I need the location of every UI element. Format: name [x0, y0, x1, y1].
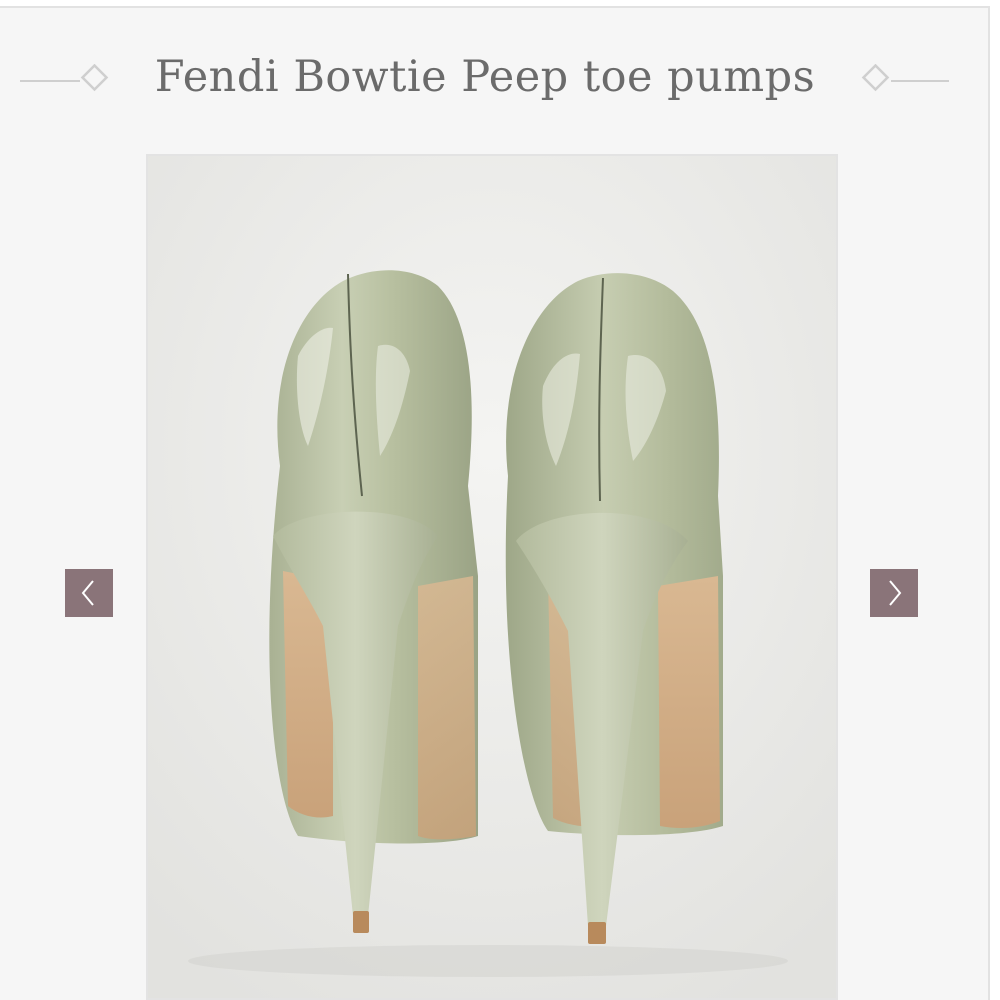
product-image[interactable]: [146, 154, 838, 1000]
product-title: Fendi Bowtie Peep toe pumps: [154, 52, 816, 102]
shoes-photo: [148, 156, 836, 998]
chevron-left-icon: [81, 580, 94, 606]
previous-image-button[interactable]: [65, 569, 113, 617]
title-header: Fendi Bowtie Peep toe pumps: [0, 48, 990, 118]
right-diamond-ornament-icon: [861, 64, 949, 92]
left-diamond-ornament-icon: [20, 64, 109, 92]
chevron-right-icon: [889, 580, 902, 606]
next-image-button[interactable]: [870, 569, 918, 617]
